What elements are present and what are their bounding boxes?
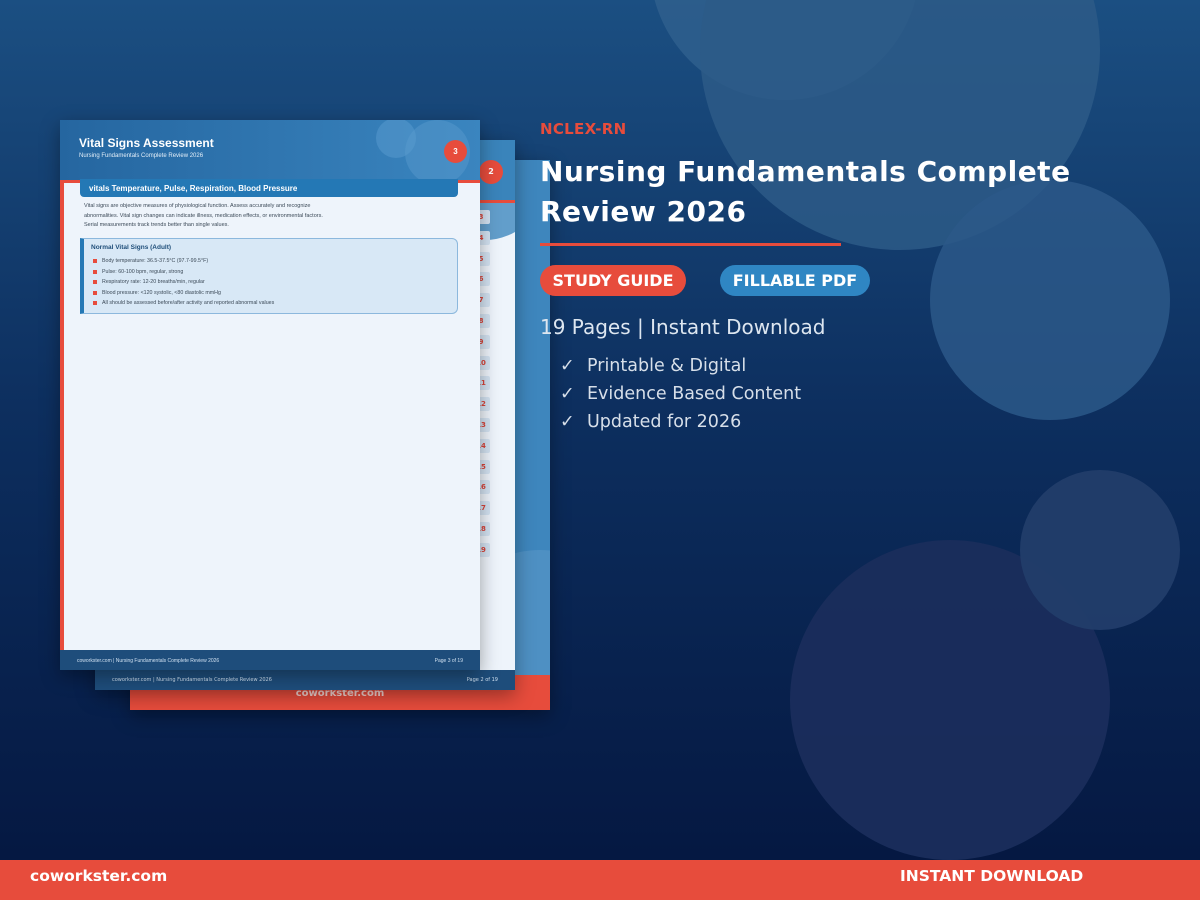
preview-page-front: Vital Signs Assessment Nursing Fundament… bbox=[60, 120, 480, 670]
intro-paragraph: Vital signs are objective measures of ph… bbox=[84, 203, 323, 228]
decorative-circle bbox=[1020, 470, 1180, 630]
feature-item: ✓ Printable & Digital bbox=[560, 354, 801, 382]
page-side-accent bbox=[60, 183, 64, 650]
category-label: NCLEX-RN bbox=[540, 120, 627, 138]
footer-cta: INSTANT DOWNLOAD bbox=[900, 867, 1084, 885]
product-title: Nursing Fundamentals Complete Review 202… bbox=[540, 155, 1071, 228]
info-box-title: Normal Vital Signs (Adult) bbox=[91, 244, 172, 251]
check-icon: ✓ bbox=[560, 412, 575, 432]
footer-site-name: coworkster.com bbox=[30, 867, 168, 885]
list-item: All should be assessed before/after acti… bbox=[84, 298, 274, 309]
footer-page-number: Page 2 of 19 bbox=[466, 677, 498, 683]
footer-bar: coworkster.com INSTANT DOWNLOAD bbox=[0, 860, 1200, 900]
page-number-badge: 3 bbox=[444, 140, 467, 163]
feature-item: ✓ Updated for 2026 bbox=[560, 410, 801, 438]
tag-study-guide: STUDY GUIDE bbox=[540, 265, 686, 296]
info-box-list: Body temperature: 36.5-37.5°C (97.7-99.5… bbox=[84, 256, 274, 309]
feature-list: ✓ Printable & Digital ✓ Evidence Based Con… bbox=[560, 354, 801, 438]
front-page-footer: coworkster.com | Nursing Fundamentals Co… bbox=[60, 650, 480, 670]
feature-label: Evidence Based Content bbox=[587, 384, 802, 404]
page-title: Vital Signs Assessment bbox=[79, 136, 214, 150]
list-item: Blood pressure: <120 systolic, <80 diast… bbox=[84, 288, 274, 299]
info-box: Normal Vital Signs (Adult) Body temperat… bbox=[80, 238, 458, 314]
page-subtitle: Nursing Fundamentals Complete Review 202… bbox=[79, 153, 204, 159]
footer-left-text: coworkster.com | Nursing Fundamentals Co… bbox=[112, 677, 272, 683]
list-item: Respiratory rate: 12-20 breaths/min, reg… bbox=[84, 277, 274, 288]
feature-label: Printable & Digital bbox=[587, 356, 747, 376]
section-title: vitals Temperature, Pulse, Respiration, … bbox=[89, 184, 298, 193]
feature-item: ✓ Evidence Based Content bbox=[560, 382, 801, 410]
middle-page-footer: coworkster.com | Nursing Fundamentals Co… bbox=[95, 670, 515, 690]
page-number-badge: 2 bbox=[479, 160, 503, 184]
front-page-header bbox=[60, 120, 480, 185]
title-underline bbox=[540, 243, 841, 246]
footer-page-number: Page 3 of 19 bbox=[434, 658, 463, 664]
list-item: Pulse: 60-100 bpm, regular, strong bbox=[84, 267, 274, 278]
footer-left-text: coworkster.com | Nursing Fundamentals Co… bbox=[77, 658, 220, 664]
check-icon: ✓ bbox=[560, 384, 575, 404]
pages-info: 19 Pages | Instant Download bbox=[540, 315, 826, 339]
section-header: vitals Temperature, Pulse, Respiration, … bbox=[80, 179, 458, 197]
list-item: Body temperature: 36.5-37.5°C (97.7-99.5… bbox=[84, 256, 274, 267]
tag-fillable-pdf: FILLABLE PDF bbox=[720, 265, 870, 296]
feature-label: Updated for 2026 bbox=[587, 412, 742, 432]
check-icon: ✓ bbox=[560, 356, 575, 376]
